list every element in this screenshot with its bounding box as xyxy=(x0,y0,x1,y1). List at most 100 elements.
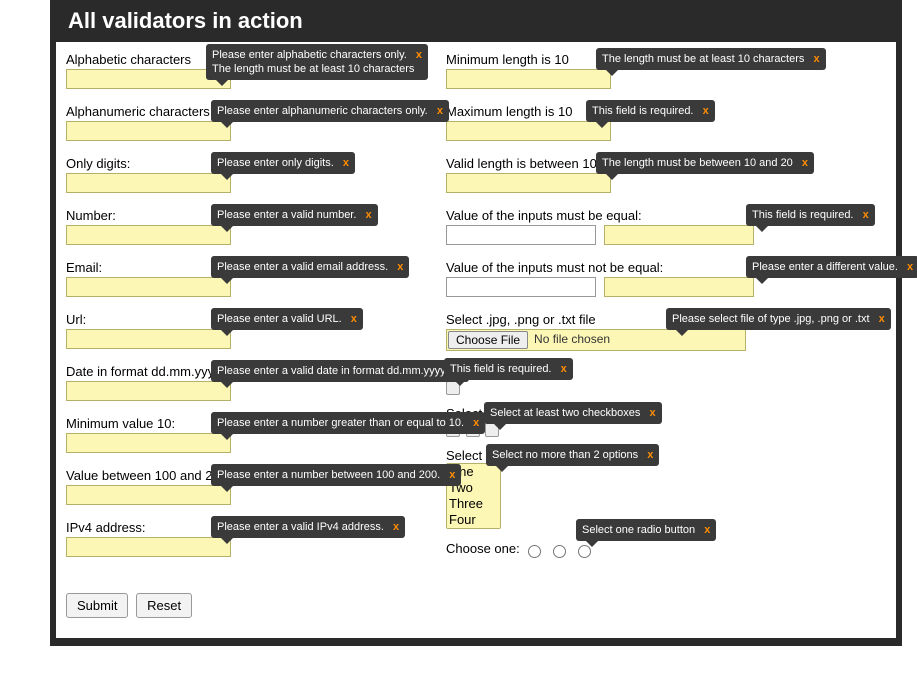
tooltip-text: Select no more than 2 options xyxy=(492,449,638,461)
close-icon[interactable]: x xyxy=(879,313,885,325)
tooltip-text: Select at least two checkboxes xyxy=(490,407,640,419)
input-digits[interactable] xyxy=(66,173,231,193)
field-minvalue: Minimum value 10: Please enter a number … xyxy=(66,416,446,460)
field-alphabetic: Alphabetic characters Please enter alpha… xyxy=(66,52,446,96)
input-maxlen[interactable] xyxy=(446,121,611,141)
label-multiselect: Select xyxy=(446,448,482,463)
field-number: Number: Please enter a valid number. x xyxy=(66,208,446,252)
page-title: All validators in action xyxy=(50,0,902,42)
tooltip-text: Please enter alphanumeric characters onl… xyxy=(217,105,428,117)
input-date[interactable] xyxy=(66,381,231,401)
input-number[interactable] xyxy=(66,225,231,245)
close-icon[interactable]: x xyxy=(561,363,567,375)
field-date: Date in format dd.mm.yyyy Please enter a… xyxy=(66,364,446,408)
field-multiselect: Select One Two Three Four Select no more… xyxy=(446,448,886,529)
input-ipv4[interactable] xyxy=(66,537,231,557)
tooltip-maxlen: This field is required. x xyxy=(586,100,715,122)
close-icon[interactable]: x xyxy=(437,105,443,117)
tooltip-between: Please enter a number between 100 and 20… xyxy=(211,464,461,486)
tooltip-digits: Please enter only digits. x xyxy=(211,152,355,174)
option-three[interactable]: Three xyxy=(447,496,500,512)
input-minlen[interactable] xyxy=(446,69,611,89)
tooltip-text: Please enter a valid IPv4 address. xyxy=(217,521,384,533)
close-icon[interactable]: x xyxy=(351,313,357,325)
right-column: Minimum length is 10 The length must be … xyxy=(446,52,886,579)
input-equal-b[interactable] xyxy=(604,225,754,245)
tooltip-multiselect: Select no more than 2 options x xyxy=(486,444,659,466)
close-icon[interactable]: x xyxy=(907,261,913,273)
field-url: Url: Please enter a valid URL. x xyxy=(66,312,446,356)
close-icon[interactable]: x xyxy=(365,209,371,221)
close-icon[interactable]: x xyxy=(397,261,403,273)
close-icon[interactable]: x xyxy=(473,417,479,429)
tooltip-minlen: The length must be at least 10 character… xyxy=(596,48,826,70)
tooltip-text: Please enter a different value. xyxy=(752,261,898,273)
input-diff-a[interactable] xyxy=(446,277,596,297)
input-equal-a[interactable] xyxy=(446,225,596,245)
input-minvalue[interactable] xyxy=(66,433,231,453)
choose-file-button[interactable]: Choose File xyxy=(448,331,528,349)
file-input[interactable]: Choose File No file chosen xyxy=(446,329,746,351)
input-between[interactable] xyxy=(66,485,231,505)
close-icon[interactable]: x xyxy=(416,49,422,61)
field-between: Value between 100 and 200 Please enter a… xyxy=(66,468,446,512)
tooltip-text: Please enter a valid email address. xyxy=(217,261,388,273)
input-diff-b[interactable] xyxy=(604,277,754,297)
tooltip-text: This field is required. xyxy=(592,105,694,117)
reset-button[interactable]: Reset xyxy=(136,593,192,618)
close-icon[interactable]: x xyxy=(802,157,808,169)
input-alphanumeric[interactable] xyxy=(66,121,231,141)
tooltip-email: Please enter a valid email address. x xyxy=(211,256,409,278)
field-rangelen: Valid length is between 10 and 20 The le… xyxy=(446,156,886,200)
tooltip-alphanumeric: Please enter alphanumeric characters onl… xyxy=(211,100,449,122)
option-four[interactable]: Four xyxy=(447,512,500,528)
field-ipv4: IPv4 address: Please enter a valid IPv4 … xyxy=(66,520,446,564)
close-icon[interactable]: x xyxy=(704,524,710,536)
tooltip-url: Please enter a valid URL. x xyxy=(211,308,363,330)
tooltip-alphabetic: Please enter alphabetic characters only.… xyxy=(206,44,428,80)
input-rangelen[interactable] xyxy=(446,173,611,193)
left-column: Alphabetic characters Please enter alpha… xyxy=(66,52,446,579)
close-icon[interactable]: x xyxy=(863,209,869,221)
form-panel: Alphabetic characters Please enter alpha… xyxy=(56,42,896,638)
tooltip-diff: Please enter a different value. x xyxy=(746,256,917,278)
no-file-chosen-text: No file chosen xyxy=(529,330,615,350)
input-email[interactable] xyxy=(66,277,231,297)
radio-1[interactable] xyxy=(528,545,541,558)
tooltip-date: Please enter a valid date in format dd.m… xyxy=(211,360,469,382)
field-maxlen: Maximum length is 10 This field is requi… xyxy=(446,104,886,148)
tooltip-text: Please enter a valid number. xyxy=(217,209,356,221)
close-icon[interactable]: x xyxy=(649,407,655,419)
field-checkboxes: Select Select at least two checkboxes x xyxy=(446,406,886,440)
tooltip-text: Please enter a valid date in format dd.m… xyxy=(217,365,448,377)
tooltip-text: Please enter a number greater than or eq… xyxy=(217,417,464,429)
tooltip-text-2: The length must be at least 10 character… xyxy=(212,63,414,75)
field-diff: Value of the inputs must not be equal: P… xyxy=(446,260,886,304)
tooltip-number: Please enter a valid number. x xyxy=(211,204,378,226)
tooltip-radio: Select one radio button x xyxy=(576,519,716,541)
button-row: Submit Reset xyxy=(66,593,896,618)
field-radio: Choose one: Select one radio button x xyxy=(446,541,886,571)
tooltip-text: Please enter a number between 100 and 20… xyxy=(217,469,440,481)
tooltip-text: The length must be between 10 and 20 xyxy=(602,157,793,169)
tooltip-rangelen: The length must be between 10 and 20 x xyxy=(596,152,814,174)
field-digits: Only digits: Please enter only digits. x xyxy=(66,156,446,200)
tooltip-text: Please enter only digits. xyxy=(217,157,334,169)
close-icon[interactable]: x xyxy=(703,105,709,117)
tooltip-checkboxes: Select at least two checkboxes x xyxy=(484,402,662,424)
close-icon[interactable]: x xyxy=(449,469,455,481)
close-icon[interactable]: x xyxy=(647,449,653,461)
tooltip-text: This field is required. xyxy=(450,363,552,375)
input-url[interactable] xyxy=(66,329,231,349)
submit-button[interactable]: Submit xyxy=(66,593,128,618)
tooltip-text: The length must be at least 10 character… xyxy=(602,53,804,65)
close-icon[interactable]: x xyxy=(343,157,349,169)
tooltip-equal: This field is required. x xyxy=(746,204,875,226)
tooltip-text: This field is required. xyxy=(752,209,854,221)
field-email: Email: Please enter a valid email addres… xyxy=(66,260,446,304)
close-icon[interactable]: x xyxy=(813,53,819,65)
close-icon[interactable]: x xyxy=(393,521,399,533)
field-alphanumeric: Alphanumeric characters Please enter alp… xyxy=(66,104,446,148)
tooltip-file: Please select file of type .jpg, .png or… xyxy=(666,308,891,330)
radio-2[interactable] xyxy=(553,545,566,558)
